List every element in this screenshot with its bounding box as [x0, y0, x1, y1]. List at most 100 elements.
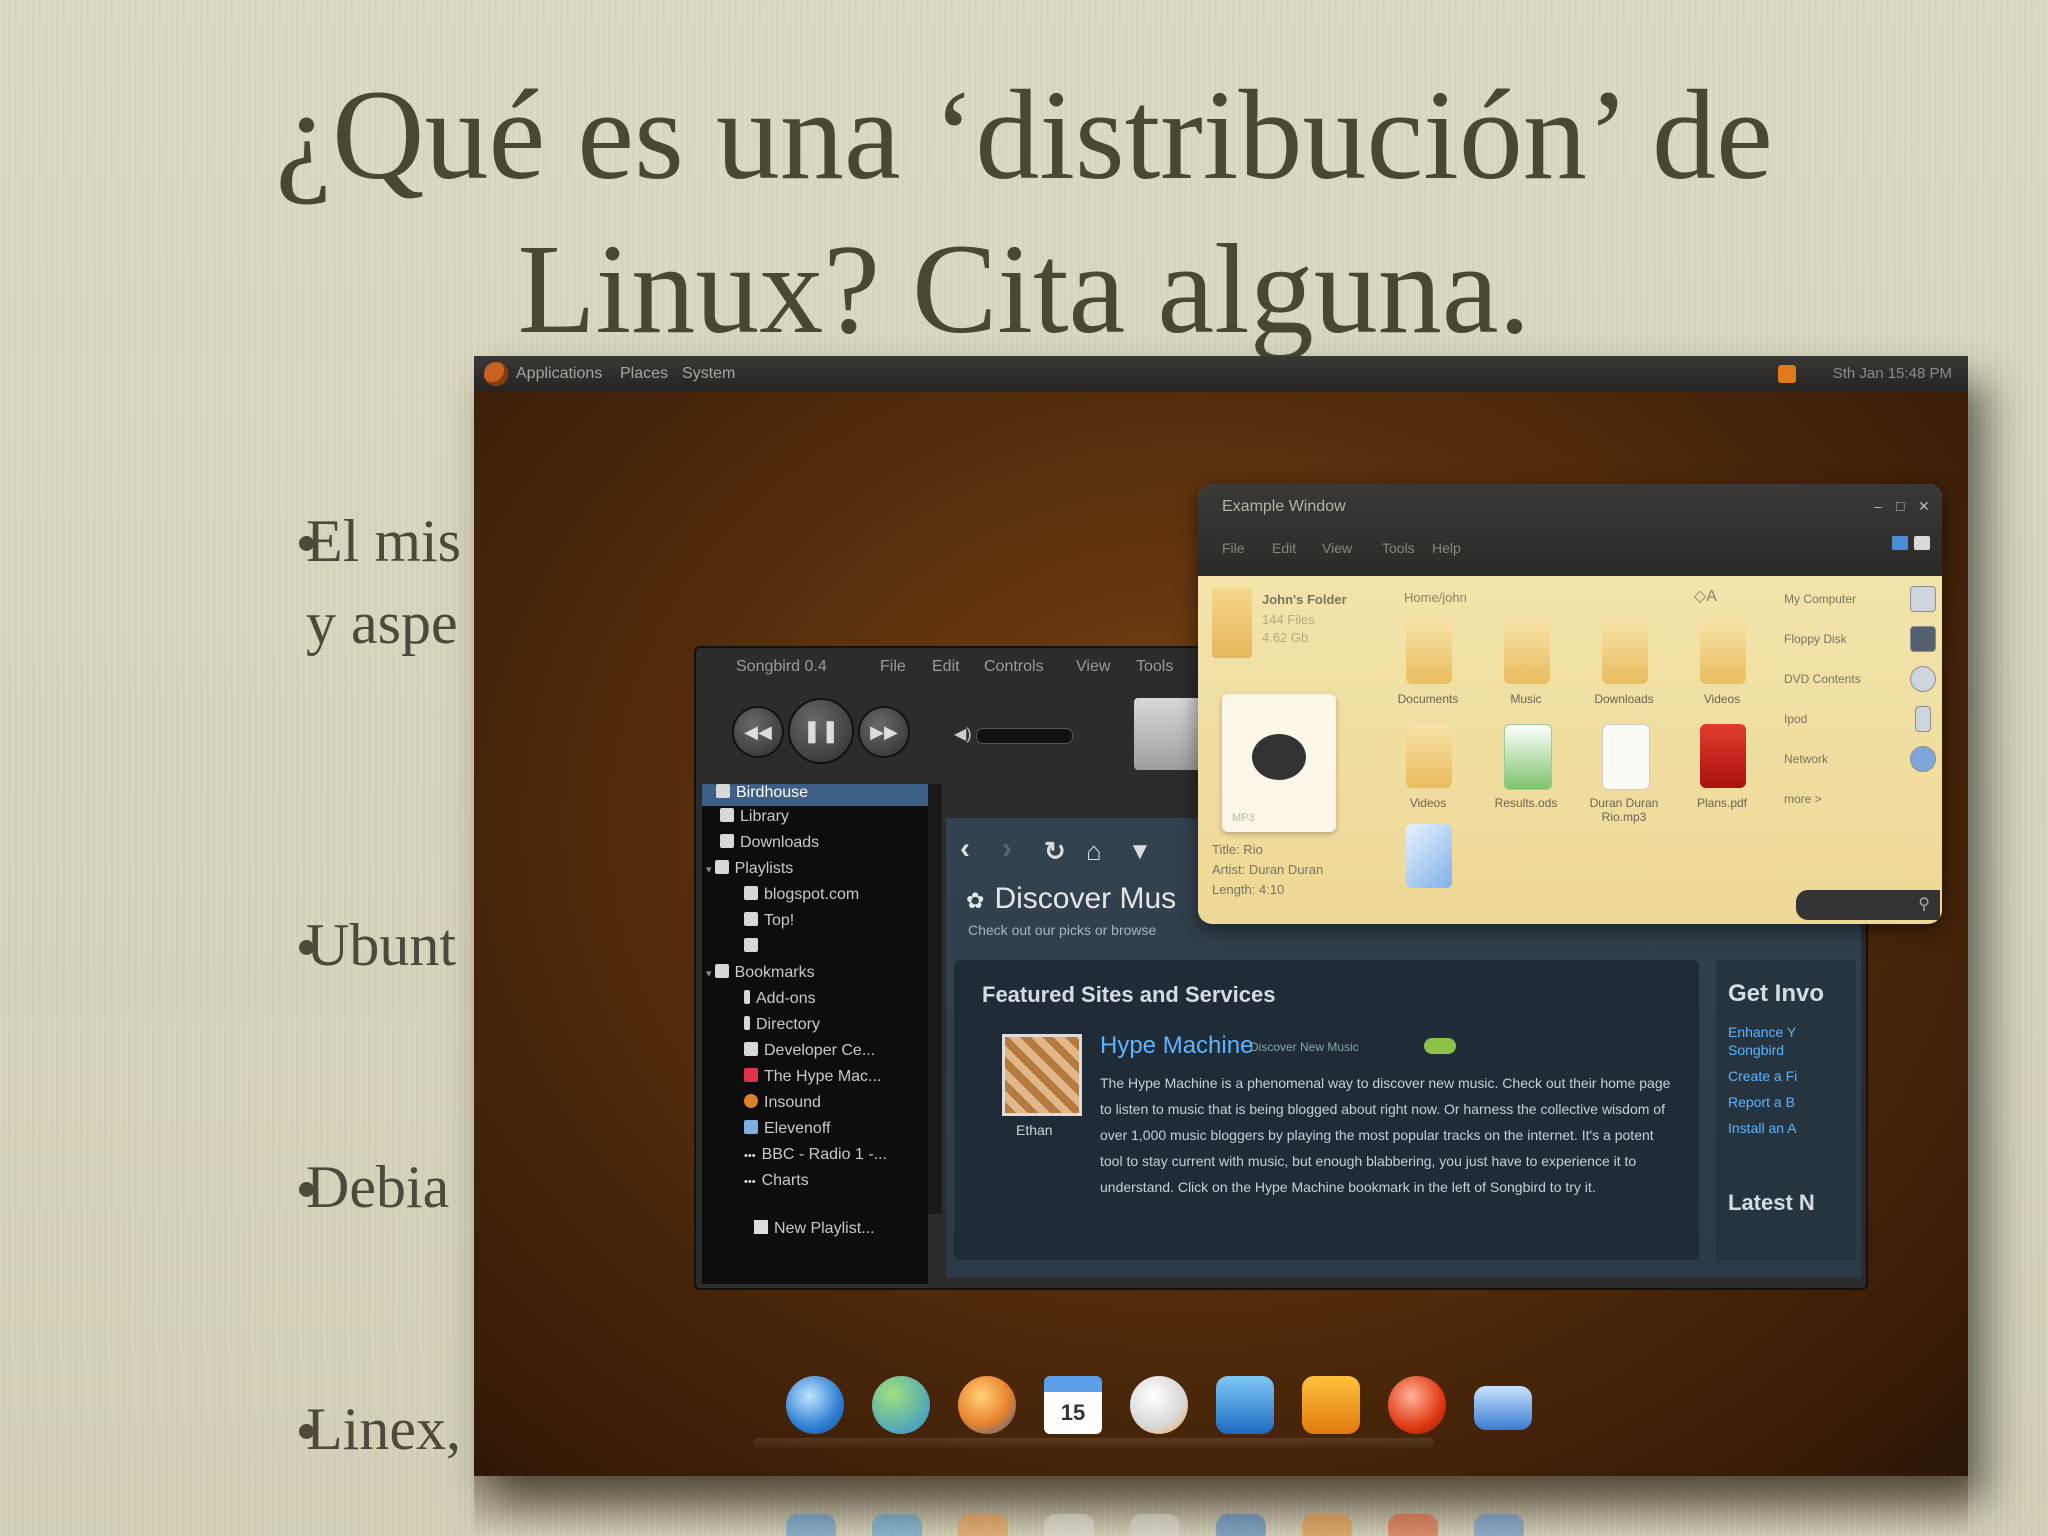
file-length: Length: 4:10: [1212, 882, 1285, 897]
get-involved-link[interactable]: Create a Fi: [1728, 1068, 1797, 1084]
place-my-computer[interactable]: My Computer: [1784, 592, 1856, 606]
path-label: Home/john: [1404, 590, 1467, 605]
file-icon[interactable]: Videos: [1398, 724, 1458, 810]
pause-button[interactable]: ❚❚: [788, 698, 854, 764]
dock-mail-icon[interactable]: [1474, 1386, 1532, 1430]
songbird-menu-edit[interactable]: Edit: [932, 658, 960, 676]
sidebar-item-bookmark[interactable]: Elevenoff: [744, 1120, 830, 1138]
sidebar-item-playlist[interactable]: [744, 938, 764, 956]
file-label: Documents: [1397, 692, 1459, 706]
view-icon[interactable]: [1914, 536, 1930, 550]
sidebar-item-label: Library: [740, 808, 789, 825]
fm-menu-file[interactable]: File: [1222, 540, 1245, 556]
sidebar-item-bookmark[interactable]: ••• Charts: [744, 1172, 809, 1190]
get-involved-link[interactable]: Report a B: [1728, 1094, 1795, 1110]
featured-panel: Featured Sites and Services Ethan Hype M…: [954, 960, 1699, 1260]
back-icon[interactable]: ‹: [960, 832, 970, 866]
latest-news-heading: Latest N: [1728, 1190, 1815, 1215]
sidebar-item-playlists[interactable]: ▾ Playlists: [706, 860, 793, 878]
view-icon[interactable]: [1892, 536, 1908, 550]
dock-safari-icon[interactable]: [786, 1376, 844, 1434]
panel-clock[interactable]: Sth Jan 15:48 PM: [1833, 365, 1952, 382]
sidebar-item-downloads[interactable]: Downloads: [720, 834, 819, 852]
songbird-menu-view[interactable]: View: [1076, 658, 1110, 676]
menu-applications[interactable]: Applications: [516, 365, 602, 383]
get-involved-link[interactable]: Enhance Y: [1728, 1024, 1796, 1040]
file-icon[interactable]: Downloads: [1594, 620, 1654, 706]
place-floppy[interactable]: Floppy Disk: [1784, 632, 1847, 646]
songbird-menu-controls[interactable]: Controls: [984, 658, 1044, 676]
dock-itunes-icon[interactable]: [1130, 1376, 1188, 1434]
sidebar-item-birdhouse[interactable]: Birdhouse: [702, 784, 928, 806]
sidebar-item-library[interactable]: Library: [720, 808, 789, 826]
songbird-menu-file[interactable]: File: [880, 658, 906, 676]
image-file-icon: [1406, 824, 1452, 888]
file-icon[interactable]: [1398, 824, 1458, 904]
file-icon[interactable]: Videos: [1692, 620, 1752, 706]
expand-arrow-icon[interactable]: ▾: [706, 968, 715, 980]
expand-arrow-icon[interactable]: ▾: [706, 864, 715, 876]
search-field[interactable]: ⚲: [1796, 890, 1940, 920]
sidebar-item-bookmark[interactable]: ••• BBC - Radio 1 -...: [744, 1146, 887, 1164]
sidebar-scrollbar[interactable]: [928, 784, 942, 1214]
dock-messenger-icon[interactable]: [872, 1376, 930, 1434]
get-involved-link[interactable]: Songbird: [1728, 1042, 1784, 1058]
place-network[interactable]: Network: [1784, 752, 1828, 766]
menu-places[interactable]: Places: [620, 365, 668, 383]
fm-menu-edit[interactable]: Edit: [1272, 540, 1296, 556]
sidebar-item-bookmark[interactable]: Developer Ce...: [744, 1042, 875, 1060]
reflection-icon: [1216, 1514, 1266, 1536]
hype-machine-thumbnail[interactable]: [1002, 1034, 1082, 1116]
dock-quicktime-icon[interactable]: [1388, 1376, 1446, 1434]
sidebar-item-label: Bookmarks: [734, 964, 815, 981]
file-icon[interactable]: Duran Duran Rio.mp3: [1590, 724, 1658, 824]
next-track-button[interactable]: ▶▶: [858, 706, 910, 758]
volume-slider[interactable]: [976, 728, 1073, 744]
dock-word-icon[interactable]: [1216, 1376, 1274, 1434]
sidebar-item-label: Developer Ce...: [764, 1042, 876, 1059]
sidebar-item-playlist[interactable]: Top!: [744, 912, 794, 930]
file-icon[interactable]: Plans.pdf: [1692, 724, 1752, 810]
dock-firefox-icon[interactable]: [958, 1376, 1016, 1434]
new-playlist-button[interactable]: New Playlist...: [754, 1220, 874, 1238]
file-icon[interactable]: Documents: [1398, 620, 1458, 706]
sidebar-item-playlist[interactable]: blogspot.com: [744, 886, 859, 904]
maximize-icon[interactable]: □: [1896, 498, 1910, 514]
bookmark-icon[interactable]: ▼: [1128, 838, 1152, 866]
places-more[interactable]: more >: [1784, 792, 1822, 806]
rss-icon[interactable]: [1778, 365, 1796, 383]
menu-system[interactable]: System: [682, 365, 735, 383]
sidebar-item-bookmark[interactable]: The Hype Mac...: [744, 1068, 881, 1086]
file-icon[interactable]: Results.ods: [1495, 724, 1557, 810]
file-label: Duran Duran Rio.mp3: [1589, 796, 1659, 824]
forward-icon[interactable]: ›: [1002, 832, 1012, 866]
previous-track-button[interactable]: ◀◀: [732, 706, 784, 758]
sort-icon[interactable]: ◇A: [1694, 586, 1717, 606]
minimize-icon[interactable]: –: [1874, 498, 1888, 514]
file-icon[interactable]: Music: [1496, 620, 1556, 706]
fm-menu-tools[interactable]: Tools: [1382, 540, 1415, 556]
reflection-icon: [786, 1514, 836, 1536]
sidebar-item-label: Insound: [764, 1094, 821, 1111]
get-involved-link[interactable]: Install an A: [1728, 1120, 1797, 1136]
close-icon[interactable]: ✕: [1918, 498, 1932, 514]
playlist-icon: [744, 938, 758, 952]
sidebar-item-bookmark[interactable]: Directory: [744, 1016, 820, 1034]
place-dvd[interactable]: DVD Contents: [1784, 672, 1861, 686]
reflection-icon: [872, 1514, 922, 1536]
sidebar-item-bookmark[interactable]: Add-ons: [744, 990, 816, 1008]
file-label: Downloads: [1594, 692, 1654, 706]
sidebar-item-bookmarks[interactable]: ▾ Bookmarks: [706, 964, 815, 982]
songbird-menu-tools[interactable]: Tools: [1136, 658, 1173, 676]
thumbnail-caption: Ethan: [1016, 1122, 1053, 1138]
reload-icon[interactable]: ↻: [1044, 836, 1066, 867]
home-icon[interactable]: ⌂: [1086, 836, 1102, 867]
search-icon[interactable]: ⚲: [1918, 894, 1930, 914]
fm-menu-help[interactable]: Help: [1432, 540, 1461, 556]
dock-calendar-icon[interactable]: 15: [1044, 1376, 1102, 1434]
dock-powerpoint-icon[interactable]: [1302, 1376, 1360, 1434]
fm-menu-view[interactable]: View: [1322, 540, 1352, 556]
place-ipod[interactable]: Ipod: [1784, 712, 1807, 726]
sidebar-item-bookmark[interactable]: Insound: [744, 1094, 821, 1112]
hype-machine-link[interactable]: Hype Machine: [1100, 1032, 1253, 1060]
